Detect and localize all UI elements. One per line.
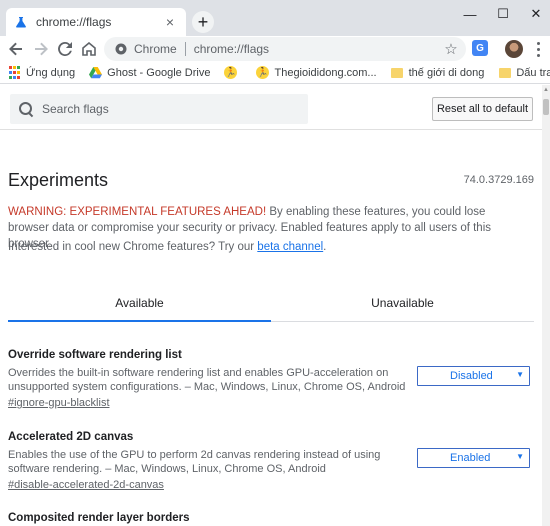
- omnibox-scheme-label: Chrome: [134, 42, 177, 56]
- chrome-page-icon: [114, 42, 128, 56]
- page-scrollbar[interactable]: ▲: [542, 85, 550, 526]
- beta-promo-text: Interested in cool new Chrome features? …: [8, 241, 258, 253]
- folder-icon: [391, 67, 404, 78]
- beta-promo-suffix: .: [323, 241, 327, 253]
- scroll-up-arrow-icon[interactable]: ▲: [542, 85, 550, 95]
- experiment-state-select[interactable]: Enabled ▼: [417, 448, 530, 468]
- home-icon[interactable]: [78, 38, 100, 60]
- bookmarks-bar: Ứng dụng Ghost - Google Drive 🏃 🏃 Thegio…: [0, 62, 550, 84]
- bookmark-apps[interactable]: Ứng dụng: [8, 66, 75, 79]
- bookmark-google-drive[interactable]: Ghost - Google Drive: [89, 66, 210, 79]
- bookmark-label: Thegioididong.com...: [274, 66, 377, 79]
- browser-tab[interactable]: chrome://flags ×: [6, 8, 186, 36]
- more-menu-icon[interactable]: [532, 40, 544, 58]
- version-label: 74.0.3729.169: [463, 174, 534, 186]
- flags-page: Reset all to default Experiments 74.0.37…: [0, 85, 542, 526]
- experiment-name: Override software rendering list: [8, 349, 182, 361]
- bookmark-folder-tgdd[interactable]: thế giới di dong: [391, 66, 485, 79]
- experiment-state-value: Disabled: [450, 370, 493, 382]
- bookmark-star-icon[interactable]: ☆: [441, 39, 461, 59]
- experiment-description: Overrides the built-in software renderin…: [8, 367, 406, 393]
- omnibox-separator: [184, 42, 186, 56]
- chevron-down-icon: ▼: [516, 370, 524, 379]
- reload-icon[interactable]: [54, 38, 76, 60]
- warning-prefix: WARNING: EXPERIMENTAL FEATURES AHEAD!: [8, 206, 267, 218]
- bookmark-label: Dấu trang khác: [516, 66, 550, 79]
- bookmark-other-folder[interactable]: Dấu trang khác: [498, 66, 550, 79]
- flask-icon: [14, 15, 28, 29]
- forward-arrow-icon[interactable]: [30, 38, 52, 60]
- experiment-item: Accelerated 2D canvas Enables the use of…: [8, 431, 534, 491]
- flags-header: Reset all to default: [0, 85, 542, 130]
- close-window-button[interactable]: ✕: [516, 0, 550, 28]
- apps-grid-icon: [8, 66, 21, 79]
- translate-extension-icon[interactable]: G: [472, 40, 488, 56]
- search-input[interactable]: [42, 102, 302, 116]
- beta-promo: Interested in cool new Chrome features? …: [8, 241, 326, 253]
- tab-available[interactable]: Available: [8, 285, 271, 322]
- experiment-state-select[interactable]: Disabled ▼: [417, 366, 530, 386]
- experiment-name: Composited render layer borders: [8, 512, 190, 524]
- profile-avatar[interactable]: [505, 40, 523, 58]
- reset-all-button[interactable]: Reset all to default: [432, 97, 533, 121]
- tab-title: chrome://flags: [36, 15, 112, 29]
- back-arrow-icon[interactable]: [5, 38, 27, 60]
- new-tab-button[interactable]: +: [192, 11, 214, 33]
- address-bar[interactable]: Chrome chrome://flags: [104, 37, 466, 61]
- experiment-state-value: Enabled: [450, 452, 491, 464]
- chevron-down-icon: ▼: [516, 452, 524, 461]
- tab-close-icon[interactable]: ×: [162, 14, 178, 30]
- running-man-icon: 🏃: [256, 66, 270, 79]
- tab-strip: chrome://flags × + — ☐ ✕: [0, 0, 550, 36]
- omnibox-url: chrome://flags: [193, 42, 270, 56]
- flags-tabs: Available Unavailable: [8, 285, 534, 322]
- bookmark-runner[interactable]: 🏃: [224, 66, 242, 79]
- bookmark-label: Ghost - Google Drive: [107, 66, 211, 79]
- running-man-icon: 🏃: [224, 66, 238, 79]
- experiment-name: Accelerated 2D canvas: [8, 431, 134, 443]
- search-icon: [18, 101, 34, 117]
- google-drive-icon: [89, 66, 103, 79]
- tab-unavailable[interactable]: Unavailable: [271, 285, 534, 321]
- experiment-item: Override software rendering list Overrid…: [8, 349, 534, 409]
- beta-channel-link[interactable]: beta channel: [257, 241, 323, 253]
- scrollbar-thumb[interactable]: [543, 99, 549, 115]
- bookmark-label: thế giới di dong: [408, 66, 485, 79]
- page-title: Experiments: [8, 170, 109, 190]
- bookmark-thegioididong[interactable]: 🏃 Thegioididong.com...: [256, 66, 377, 79]
- experiment-description: Enables the use of the GPU to perform 2d…: [8, 449, 381, 475]
- folder-icon: [498, 67, 511, 78]
- experiment-permalink[interactable]: #disable-accelerated-2d-canvas: [8, 479, 164, 491]
- experiment-item: Composited render layer borders: [8, 512, 534, 524]
- bookmark-label: Ứng dụng: [26, 66, 76, 79]
- experiment-permalink[interactable]: #ignore-gpu-blacklist: [8, 397, 110, 409]
- search-box[interactable]: [10, 94, 308, 124]
